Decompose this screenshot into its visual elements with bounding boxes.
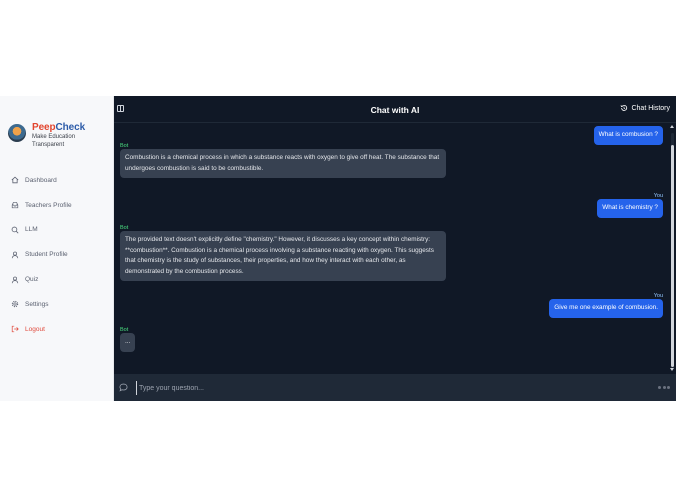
sidebar: PeepCheck Make Education Transparent Das…	[0, 96, 114, 401]
page-title: Chat with AI	[370, 105, 420, 115]
sidebar-item-label: LLM	[25, 226, 38, 234]
typing-indicator: ...	[120, 333, 136, 352]
brand-name: PeepCheck	[32, 122, 85, 133]
message-bot: Bot ...	[120, 327, 136, 352]
message-list: What is combusion ? Bot Combustion is a …	[114, 123, 670, 373]
chat-history-button[interactable]: Chat History	[620, 104, 670, 112]
message-user: What is combusion ?	[593, 126, 663, 145]
sidebar-item-teachers-profile[interactable]: Teachers Profile	[11, 193, 72, 218]
more-options-icon[interactable]	[657, 386, 670, 389]
dot	[662, 386, 666, 389]
logout-icon	[11, 325, 19, 333]
message-user: You What is chemistry ?	[597, 193, 663, 218]
scroll-thumb[interactable]	[671, 145, 674, 367]
sidebar-item-label: Teachers Profile	[25, 201, 72, 209]
brand-text: PeepCheck Make Education Transparent	[32, 122, 85, 149]
message-bubble: What is chemistry ?	[597, 199, 663, 218]
user-icon	[11, 276, 19, 284]
history-icon	[621, 105, 628, 111]
question-input[interactable]	[136, 381, 636, 395]
sidebar-item-settings[interactable]: Settings	[11, 292, 72, 317]
chat-bubble-icon	[119, 383, 128, 392]
chat-panel: Chat with AI Chat History What is combus…	[114, 96, 676, 401]
chat-history-label: Chat History	[631, 104, 670, 112]
message-bubble: The provided text doesn't explicitly def…	[120, 231, 446, 281]
message-bubble: What is combusion ?	[593, 126, 663, 145]
sender-label: Bot	[120, 327, 129, 333]
sidebar-item-dashboard[interactable]: Dashboard	[11, 168, 72, 193]
sidebar-item-logout[interactable]: Logout	[11, 317, 72, 342]
message-bot: Bot The provided text doesn't explicitly…	[120, 225, 446, 281]
composer	[114, 374, 676, 401]
search-icon	[11, 226, 19, 234]
user-icon	[11, 251, 19, 259]
sidebar-item-label: Settings	[25, 300, 49, 308]
message-user: You Give me one example of combusion.	[549, 293, 663, 318]
brand: PeepCheck Make Education Transparent	[8, 122, 85, 149]
app-frame: PeepCheck Make Education Transparent Das…	[0, 96, 676, 401]
sidebar-item-quiz[interactable]: Quiz	[11, 267, 72, 292]
sidebar-nav: Dashboard Teachers Profile LLM Student P…	[11, 168, 72, 342]
home-icon	[11, 176, 19, 184]
inbox-icon	[11, 201, 19, 209]
sidebar-item-llm[interactable]: LLM	[11, 218, 72, 243]
gear-icon	[11, 300, 19, 308]
sidebar-item-label: Student Profile	[25, 251, 68, 259]
sidebar-item-label: Dashboard	[25, 176, 57, 184]
dot	[658, 386, 661, 389]
scrollbar[interactable]	[670, 125, 675, 371]
scroll-down-arrow[interactable]	[670, 368, 674, 371]
brand-tagline: Make Education Transparent	[32, 134, 76, 148]
sidebar-item-student-profile[interactable]: Student Profile	[11, 242, 72, 267]
sidebar-item-label: Logout	[25, 325, 45, 333]
logo	[8, 124, 26, 142]
sidebar-item-label: Quiz	[25, 276, 39, 284]
brand-name-part1: Peep	[32, 122, 56, 133]
scroll-up-arrow[interactable]	[670, 125, 674, 128]
brand-name-part2: Check	[55, 122, 86, 133]
dot	[667, 386, 670, 389]
message-bot: Bot Combustion is a chemical process in …	[120, 143, 446, 178]
message-bubble: Give me one example of combusion.	[549, 299, 663, 318]
chat-header: Chat with AI Chat History	[114, 96, 676, 123]
message-bubble: Combustion is a chemical process in whic…	[120, 149, 446, 178]
